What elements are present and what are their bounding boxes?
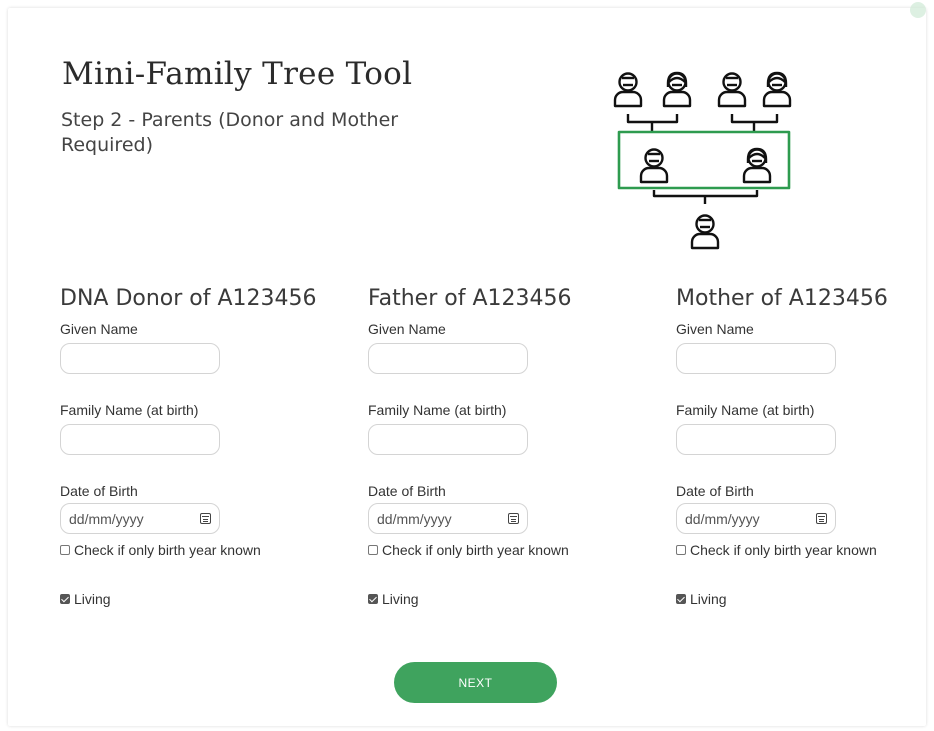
father-given-name-input[interactable] [368,343,528,374]
corner-decoration [910,2,926,18]
mother-family-name-input[interactable] [676,424,836,455]
dob-label: Date of Birth [676,483,754,499]
dob-label: Date of Birth [60,483,138,499]
mother-column: Mother of A123456 Given Name Family Name… [676,286,934,607]
family-tree-icon [613,71,792,250]
family-name-label: Family Name (at birth) [60,402,199,418]
mother-heading: Mother of A123456 [676,286,888,311]
father-family-name-input[interactable] [368,424,528,455]
birth-year-label: Check if only birth year known [382,542,569,558]
birth-year-label: Check if only birth year known [690,542,877,558]
given-name-label: Given Name [368,321,446,337]
checkbox-icon[interactable] [60,545,70,555]
given-name-label: Given Name [676,321,754,337]
checked-checkbox-icon[interactable] [676,594,686,604]
page-title: Mini-Family Tree Tool [62,56,413,92]
calendar-icon[interactable] [200,513,211,524]
father-living-checkbox[interactable]: Living [368,591,658,607]
donor-dob-input[interactable]: dd/mm/yyyy [60,503,220,534]
father-heading: Father of A123456 [368,286,572,311]
donor-birth-year-checkbox[interactable]: Check if only birth year known [60,542,350,558]
dob-placeholder: dd/mm/yyyy [685,511,760,527]
checked-checkbox-icon[interactable] [368,594,378,604]
living-label: Living [74,591,111,607]
given-name-label: Given Name [60,321,138,337]
mother-given-name-input[interactable] [676,343,836,374]
donor-column: DNA Donor of A123456 Given Name Family N… [60,286,350,607]
father-dob-input[interactable]: dd/mm/yyyy [368,503,528,534]
living-label: Living [690,591,727,607]
checkbox-icon[interactable] [676,545,686,555]
dob-placeholder: dd/mm/yyyy [377,511,452,527]
donor-given-name-input[interactable] [60,343,220,374]
mother-dob-input[interactable]: dd/mm/yyyy [676,503,836,534]
living-label: Living [382,591,419,607]
father-birth-year-checkbox[interactable]: Check if only birth year known [368,542,658,558]
donor-living-checkbox[interactable]: Living [60,591,350,607]
donor-family-name-input[interactable] [60,424,220,455]
calendar-icon[interactable] [508,513,519,524]
checkbox-icon[interactable] [368,545,378,555]
family-name-label: Family Name (at birth) [676,402,815,418]
step-subtitle: Step 2 - Parents (Donor and Mother Requi… [61,109,399,156]
dob-label: Date of Birth [368,483,446,499]
father-column: Father of A123456 Given Name Family Name… [368,286,658,607]
dob-placeholder: dd/mm/yyyy [69,511,144,527]
checked-checkbox-icon[interactable] [60,594,70,604]
family-name-label: Family Name (at birth) [368,402,507,418]
next-button[interactable]: NEXT [394,662,557,703]
mother-living-checkbox[interactable]: Living [676,591,934,607]
calendar-icon[interactable] [816,513,827,524]
mother-birth-year-checkbox[interactable]: Check if only birth year known [676,542,934,558]
birth-year-label: Check if only birth year known [74,542,261,558]
donor-heading: DNA Donor of A123456 [60,286,317,311]
